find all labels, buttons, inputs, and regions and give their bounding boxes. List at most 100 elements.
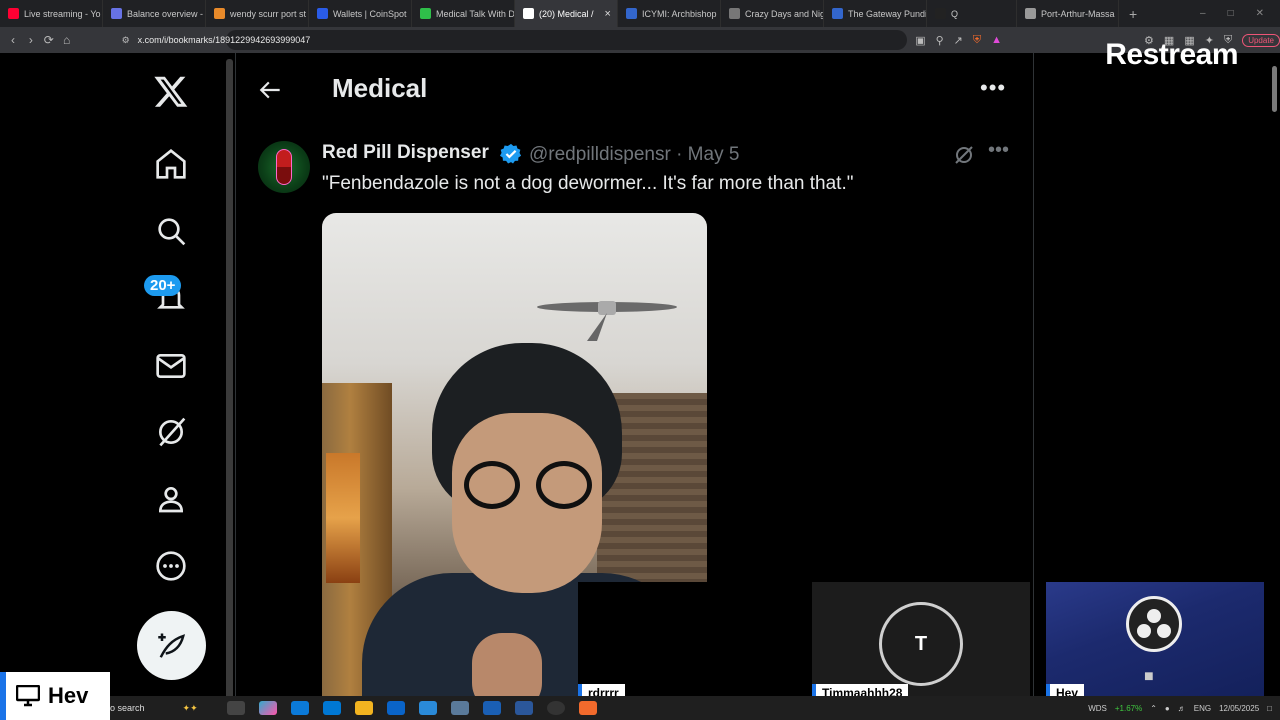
tab-favicon-icon [1025,8,1036,19]
taskbar-search-label: o search [110,703,145,713]
restream-logo: Restream [1105,38,1238,71]
browser-tab[interactable]: Q [927,0,1017,27]
browser-tab[interactable]: Balance overview - [103,0,206,27]
screen-share-name: Hev [48,683,89,708]
tab-favicon-icon [8,8,19,19]
tray-lang[interactable]: ENG [1194,704,1211,713]
home-nav-icon[interactable]: ⌂ [58,33,76,47]
ceiling-fan-graphic [537,301,677,341]
maximize-icon[interactable]: □ [1228,8,1234,19]
minimize-icon[interactable]: – [1200,8,1206,19]
file-explorer-icon[interactable] [355,701,373,715]
tab-label: Port-Arthur-Massa [1041,8,1115,19]
column-divider [1033,53,1034,720]
system-tray: WDS +1.67% ⌃ ● ♬ ENG 12/05/2025 □ [1088,704,1280,713]
browser-tab[interactable]: Port-Arthur-Massa [1017,0,1119,27]
tray-chevron-icon[interactable]: ⌃ [1150,704,1157,713]
more-options-icon[interactable] [136,541,206,591]
tab-label: Balance overview - [127,8,204,19]
update-button[interactable]: Update [1242,33,1280,47]
red-pill-icon [276,149,292,185]
tab-label: ICYMI: Archbishop [642,8,717,19]
home-icon[interactable] [136,139,206,189]
url-field[interactable]: ⚙ x.com/i/bookmarks/1891229942693999047 [122,30,908,50]
tab-label: Live streaming - Yo [24,8,101,19]
feather-plus-icon [157,633,185,658]
browser-tab[interactable]: wendy scurr port st [206,0,309,27]
tray-date[interactable]: 12/05/2025 [1219,704,1259,713]
stock-ticker[interactable]: WDS [1088,704,1107,713]
x-logo-icon[interactable] [136,66,206,116]
author-name[interactable]: Red Pill Dispenser [322,142,489,164]
store-icon[interactable] [323,701,341,715]
page-title: Medical [332,73,428,103]
grok-icon[interactable] [136,407,206,457]
tweet-text: "Fenbendazole is not a dog dewormer... I… [322,173,854,194]
glasses-right [536,461,592,509]
close-window-icon[interactable]: ✕ [1256,8,1264,19]
tab-favicon-icon [111,8,122,19]
outlook-icon[interactable] [387,701,405,715]
windows-taskbar: o search ✦✦ WDS +1.67% ⌃ ● ♬ ENG 12/05/20… [110,696,1280,720]
tab-label: wendy scurr port st [230,8,307,19]
header-more-icon[interactable]: ••• [980,75,1006,101]
brave-icon[interactable] [579,701,597,715]
share-icon[interactable]: ↗ [954,34,963,47]
cast-icon[interactable]: ▣ [915,34,925,47]
tab-label: Wallets | CoinSpot [333,8,407,19]
task-view-icon[interactable] [227,701,245,715]
browser-icon[interactable] [419,701,437,715]
close-tab-icon[interactable]: × [605,8,611,20]
author-handle[interactable]: @redpilldispensr · May 5 [529,144,739,166]
vscode-icon[interactable] [483,701,501,715]
obs-icon[interactable] [547,701,565,715]
notification-center-icon[interactable]: □ [1267,704,1272,713]
stock-change: +1.67% [1114,703,1143,713]
compose-post-button[interactable] [137,611,206,680]
brave-shield-icon[interactable]: ⛨ [973,34,981,47]
participant-cam-2: T Timmaahhh28 [812,582,1030,704]
network-icon[interactable]: ● [1165,704,1170,713]
monitor-icon [16,685,40,707]
site-info-icon[interactable]: ⚙ [122,35,130,46]
volume-icon[interactable]: ♬ [1178,704,1186,713]
back-arrow-icon[interactable] [258,77,284,108]
page-header: Medical ••• [236,53,1033,125]
avatar[interactable] [258,141,310,193]
messages-icon[interactable] [136,341,206,391]
browser-tab-bar: Live streaming - Yo Balance overview - wen… [0,0,1280,27]
word-icon[interactable] [515,701,533,715]
participant-initial-avatar: T [879,602,963,686]
tweet-date[interactable]: · May 5 [676,144,739,165]
page-scrollbar-thumb[interactable] [1272,66,1277,112]
url-text: x.com/i/bookmarks/1891229942693999047 [137,35,311,45]
tweet-more-icon[interactable]: ••• [988,139,1009,162]
tab-label: Q [951,8,959,19]
tab-label: The Gateway Pundi [848,8,927,19]
search-icon[interactable] [136,206,206,256]
zoom-icon[interactable]: ⚲ [936,34,944,47]
browser-tab[interactable]: Medical Talk With D [412,0,515,27]
profile-icon[interactable] [136,474,206,524]
left-scrollbar[interactable] [226,59,233,711]
copilot-icon[interactable] [259,701,277,715]
notepad-icon[interactable] [451,701,469,715]
new-tab-icon[interactable]: + [1119,6,1147,22]
browser-tab[interactable]: ICYMI: Archbishop [618,0,721,27]
browser-tab[interactable]: (20) Medical / × [515,0,618,27]
browser-tab[interactable]: Live streaming - Yo [0,0,103,27]
edge-icon[interactable] [291,701,309,715]
back-nav-icon[interactable]: ‹ [4,33,22,47]
browser-tab[interactable]: The Gateway Pundi [824,0,927,27]
browser-tab[interactable]: Wallets | CoinSpot [309,0,412,27]
tab-label: Crazy Days and Nig [745,8,824,19]
reload-icon[interactable]: ⟳ [40,33,58,47]
taskbar-search[interactable]: o search ✦✦ [110,698,220,718]
tab-favicon-icon [935,8,946,19]
tab-favicon-icon [523,8,534,19]
copilot-sparkle-icon: ✦✦ [182,702,198,713]
forward-nav-icon[interactable]: › [22,33,40,47]
rewards-icon[interactable]: ▲ [991,34,1002,46]
browser-tab[interactable]: Crazy Days and Nig [721,0,824,27]
grok-explain-icon[interactable] [952,143,976,172]
